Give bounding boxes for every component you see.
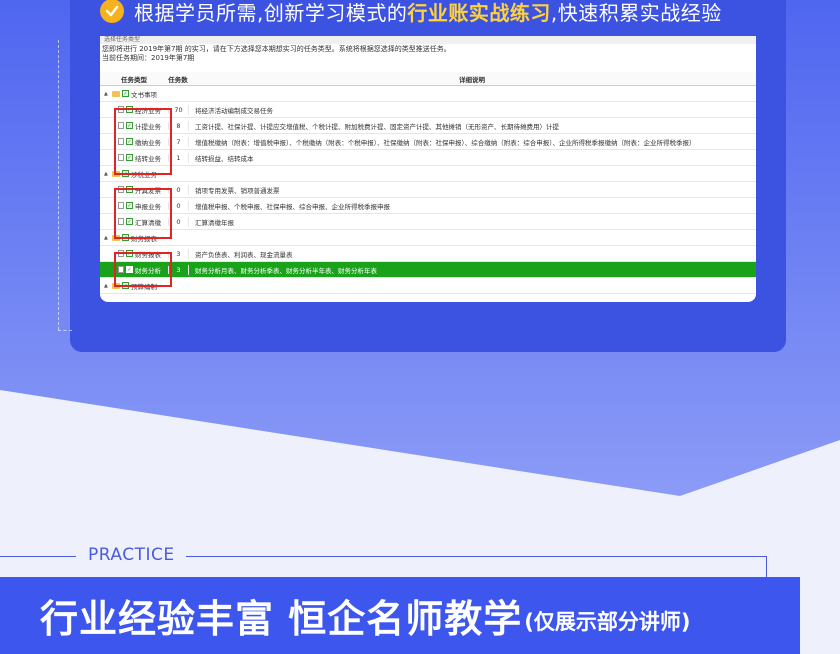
dashed-guide-end <box>58 330 72 331</box>
window-title: 选择任务类型 <box>100 36 756 44</box>
task-detail: 增值税申报、个税申报、社保申报、综合申报、企业所得税季报申报 <box>188 200 756 211</box>
header-detail: 详细说明 <box>459 75 485 84</box>
expand-arrow-icon[interactable]: ▲ <box>104 235 110 241</box>
task-row[interactable]: ✓ 计提业务 8 工资计提、社保计提、计提应交增值税、个税计提、附加税费计提、固定资产… <box>100 118 756 134</box>
group-row[interactable]: ▲ ✓ 预算编制 <box>100 278 756 294</box>
task-row[interactable]: ✓ 申报业务 0 增值税申报、个税申报、社保申报、综合申报、企业所得税季报申报 <box>100 198 756 214</box>
group-row[interactable]: ▲ ✓ 涉税业务 <box>100 166 756 182</box>
headline-highlight: 行业账实战练习 <box>407 0 551 25</box>
teacher-banner: 行业经验丰富 恒企名师教学 (仅展示部分讲师) <box>0 577 800 654</box>
practice-divider-vertical <box>766 556 767 578</box>
group-label: 文书事项 <box>131 90 157 99</box>
task-detail: 资产负债表、利润表、现金流量表 <box>188 248 756 259</box>
folder-icon <box>112 90 120 97</box>
grid-body: ▲ ✓ 文书事项 ✓ 经济业务 70 将经济活动编制成交易任务 ✓ 计提业务 8 工资计提、社保计提… <box>100 86 756 294</box>
grid-header: 任务类型 任务数 详细说明 <box>100 72 756 86</box>
check-icon <box>100 0 124 23</box>
window-info: 您即将进行 2019年第7期 的实习，请在下方选择您本期想实习的任务类型。系统将… <box>100 44 756 64</box>
group-row[interactable]: ▲ ✓ 财务报表 <box>100 230 756 246</box>
highlight-box-baobiao <box>114 252 172 287</box>
task-row[interactable]: ✓ 财务报表 3 资产负债表、利润表、现金流量表 <box>100 246 756 262</box>
expand-arrow-icon[interactable]: ▲ <box>104 91 110 97</box>
task-row[interactable]: ✓ 缴纳业务 7 增值税缴纳（附表：增值税申报）、个税缴纳（附表：个税申报）、社保缴纳… <box>100 134 756 150</box>
info-line-2: 当前任务期间：2019年第7期 <box>102 54 195 62</box>
banner-title: 行业经验丰富 恒企名师教学 <box>40 597 523 641</box>
task-row[interactable]: ✓ 结转业务 1 结转损益、结转成本 <box>100 150 756 166</box>
banner-subtitle: (仅展示部分讲师) <box>524 609 691 634</box>
checkbox[interactable]: ✓ <box>122 90 129 97</box>
highlight-box-shesui <box>114 188 172 239</box>
task-row[interactable]: ✓ 汇算清缴 0 汇算清缴年报 <box>100 214 756 230</box>
task-detail: 财务分析月表、财务分析季表、财务分析半年表、财务分析年表 <box>188 264 756 275</box>
dashed-guide <box>58 40 59 330</box>
group-row[interactable]: ▲ ✓ 文书事项 <box>100 86 756 102</box>
task-detail: 销项专用发票、销项普通发票 <box>188 184 756 195</box>
headline-text: 根据学员所需,创新学习模式的行业账实战练习,快速积累实战经验 <box>134 0 722 26</box>
expand-arrow-icon[interactable]: ▲ <box>104 283 110 289</box>
practice-divider-right <box>186 556 766 557</box>
task-detail: 汇算清缴年报 <box>188 216 756 227</box>
task-row[interactable]: ✓ 经济业务 70 将经济活动编制成交易任务 <box>100 102 756 118</box>
headline: 根据学员所需,创新学习模式的行业账实战练习,快速积累实战经验 <box>100 0 722 26</box>
task-detail: 结转损益、结转成本 <box>188 152 756 163</box>
practice-divider-left <box>0 556 76 557</box>
expand-arrow-icon[interactable]: ▲ <box>104 171 110 177</box>
task-type-window: 选择任务类型 您即将进行 2019年第7期 的实习，请在下方选择您本期想实习的任… <box>100 36 756 302</box>
header-type: 任务类型 <box>121 75 147 84</box>
task-detail: 工资计提、社保计提、计提应交增值税、个税计提、附加税费计提、固定资产计提、其他摊… <box>188 120 756 131</box>
headline-prefix: 根据学员所需,创新学习模式的 <box>134 0 408 25</box>
task-row[interactable]: ✓ 开具发票 0 销项专用发票、销项普通发票 <box>100 182 756 198</box>
task-detail: 增值税缴纳（附表：增值税申报）、个税缴纳（附表：个税申报）、社保缴纳（附表：社保… <box>188 136 756 147</box>
header-count: 任务数 <box>168 75 188 84</box>
task-detail: 将经济活动编制成交易任务 <box>188 104 756 115</box>
headline-suffix: ,快速积累实战经验 <box>550 0 722 25</box>
task-row[interactable]: ✓ 财务分析 3 财务分析月表、财务分析季表、财务分析半年表、财务分析年表 <box>100 262 756 278</box>
highlight-box-wenshu <box>114 108 172 175</box>
info-line-1: 您即将进行 2019年第7期 的实习，请在下方选择您本期想实习的任务类型。系统将… <box>102 45 451 53</box>
practice-label: PRACTICE <box>88 545 175 565</box>
